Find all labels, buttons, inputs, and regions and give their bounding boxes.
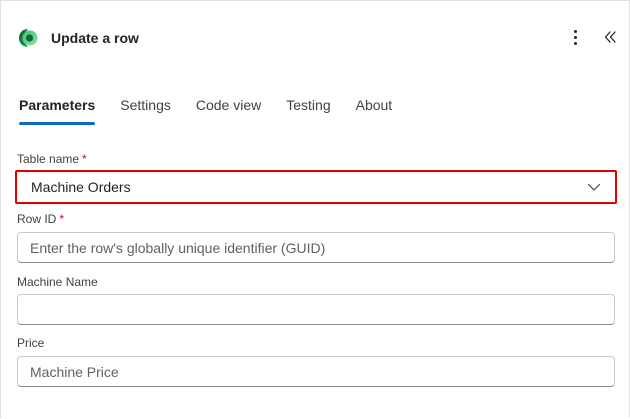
table-name-dropdown[interactable]: Machine Orders (15, 170, 617, 204)
chevron-down-icon (587, 183, 601, 191)
price-label: Price (17, 336, 45, 350)
machine-name-input[interactable] (17, 294, 615, 325)
required-marker: * (59, 212, 65, 226)
price-input[interactable]: Machine Price (17, 356, 615, 387)
tab-settings[interactable]: Settings (120, 95, 171, 127)
panel-title: Update a row (51, 30, 139, 46)
tab-about[interactable]: About (356, 95, 393, 127)
tab-testing[interactable]: Testing (286, 95, 330, 127)
required-marker: * (82, 152, 87, 166)
row-id-input[interactable]: Enter the row's globally unique identifi… (17, 232, 615, 263)
double-chevron-left-icon[interactable] (602, 29, 618, 45)
more-vertical-icon (573, 29, 577, 33)
table-name-value: Machine Orders (31, 179, 131, 195)
dataverse-logo-icon (19, 29, 38, 47)
row-id-label: Row ID * (17, 212, 65, 226)
action-panel: Update a row Parameters Settings Code vi… (0, 0, 630, 418)
tab-parameters[interactable]: Parameters (19, 95, 96, 127)
panel-header: Update a row (1, 1, 629, 73)
tab-code-view[interactable]: Code view (196, 95, 261, 127)
table-name-label: Table name * (17, 152, 87, 166)
tab-bar: Parameters Settings Code view Testing Ab… (19, 95, 417, 127)
machine-name-label: Machine Name (17, 275, 98, 289)
more-options-button[interactable] (566, 27, 584, 47)
